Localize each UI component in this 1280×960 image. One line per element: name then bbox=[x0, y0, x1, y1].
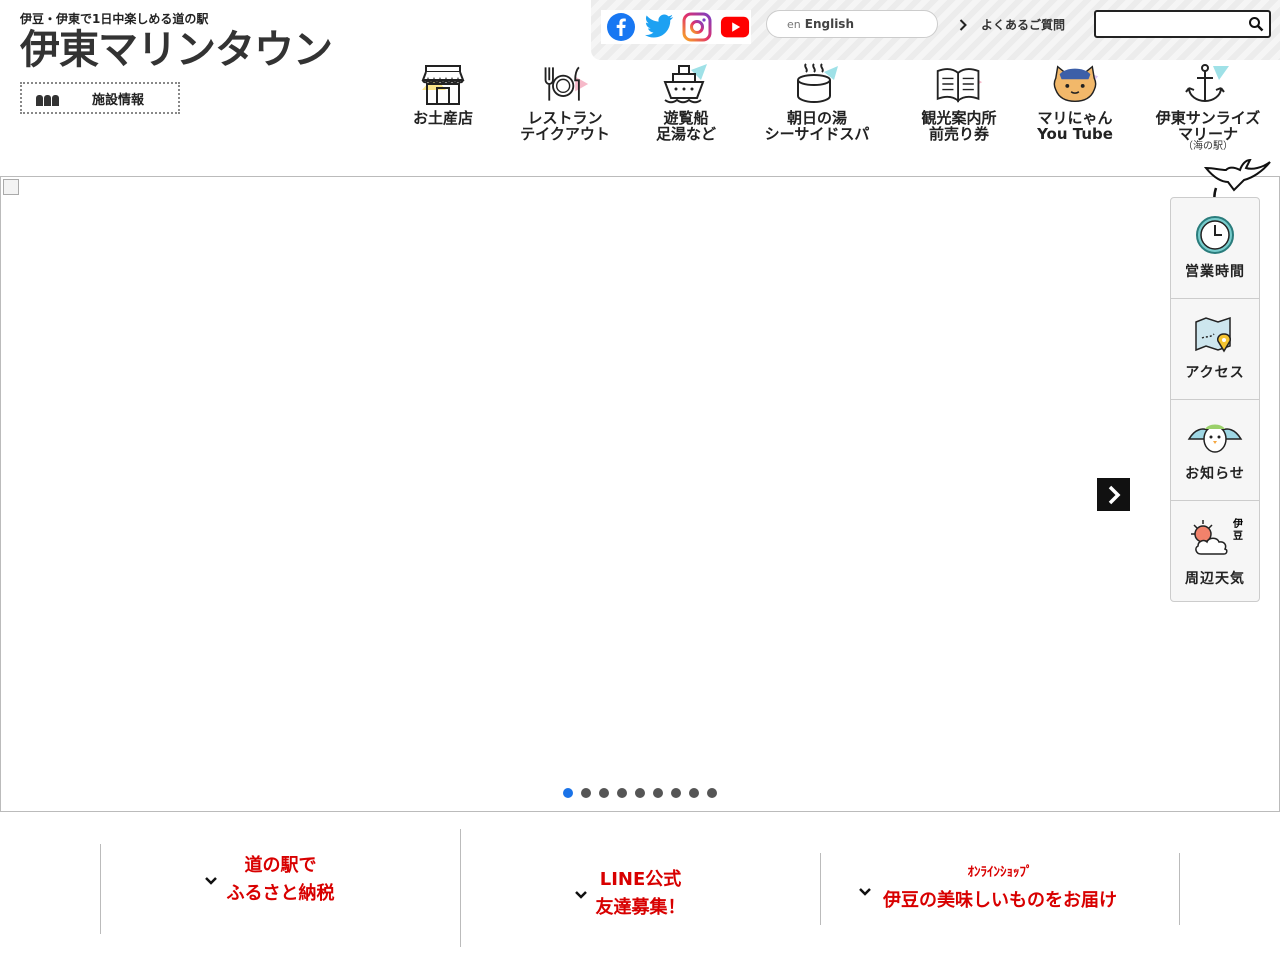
nav-sublabel: （海の駅） bbox=[1183, 141, 1233, 152]
onsen-icon bbox=[792, 60, 842, 108]
search-box bbox=[1094, 10, 1271, 38]
instagram-icon[interactable] bbox=[682, 12, 712, 42]
nav-label: マリにゃん You Tube bbox=[1037, 109, 1113, 143]
site-tagline: 伊豆・伊東で1日中楽しめる道の駅 bbox=[20, 12, 209, 26]
side-item-hours[interactable]: 営業時間 bbox=[1171, 198, 1259, 299]
seagull-icon bbox=[1187, 424, 1243, 453]
english-flag-icon: en bbox=[787, 17, 801, 31]
side-item-access[interactable]: アクセス bbox=[1171, 299, 1259, 400]
facebook-icon[interactable] bbox=[606, 12, 636, 42]
restaurant-icon bbox=[540, 60, 590, 108]
search-input[interactable] bbox=[1102, 13, 1242, 35]
nav-item-youtube[interactable]: マリにゃん You Tube bbox=[1030, 60, 1120, 142]
slider-next-button[interactable] bbox=[1097, 478, 1130, 511]
line-friend-banner[interactable]: LINE公式 友達募集！ bbox=[461, 862, 820, 926]
slider-dots bbox=[563, 788, 717, 798]
faq-label: よくあるご質問 bbox=[981, 18, 1066, 32]
side-label: 営業時間 bbox=[1185, 264, 1245, 280]
slider-dot[interactable] bbox=[617, 788, 627, 798]
slider-dot[interactable] bbox=[671, 788, 681, 798]
top-utility-bar: en English よくあるご質問 bbox=[591, 0, 1280, 60]
site-header: 伊豆・伊東で1日中楽しめる道の駅 伊東マリンタウン 施設情報 en Englis… bbox=[0, 0, 1280, 176]
line-label: LINE公式 友達募集！ bbox=[595, 869, 686, 918]
nav-item-cruise[interactable]: 遊覧船 足湯など bbox=[646, 60, 726, 142]
slider-dot[interactable] bbox=[599, 788, 609, 798]
social-links bbox=[601, 10, 751, 44]
main-nav: お土産店 レストラン テイクアウト 遊覧船 足湯など 朝日の湯 シーサイドスパ … bbox=[400, 60, 1280, 170]
language-selector[interactable]: en English bbox=[766, 10, 938, 38]
nav-label: 観光案内所 前売り券 bbox=[921, 109, 997, 143]
online-shop-label: ｵﾝﾗｲﾝｼｮｯﾌﾟ bbox=[967, 865, 1033, 880]
chevron-right-icon bbox=[1108, 485, 1120, 504]
twitter-icon[interactable] bbox=[644, 12, 674, 42]
book-icon bbox=[934, 60, 984, 108]
facility-info-label: 施設情報 bbox=[92, 92, 145, 108]
slider-dot[interactable] bbox=[707, 788, 717, 798]
nav-label: 遊覧船 足湯など bbox=[655, 109, 716, 143]
facility-info-button[interactable]: 施設情報 bbox=[20, 82, 180, 114]
slider-dot[interactable] bbox=[581, 788, 591, 798]
chevron-down-icon bbox=[205, 877, 217, 885]
anchor-icon bbox=[1183, 60, 1233, 108]
nav-label: レストラン テイクアウト bbox=[520, 109, 610, 143]
furusato-tax-banner[interactable]: 道の駅で ふるさと納税 bbox=[101, 848, 460, 912]
hero-slider[interactable] bbox=[0, 176, 1280, 812]
slider-dot[interactable] bbox=[635, 788, 645, 798]
chevron-right-icon bbox=[959, 18, 967, 31]
weather-badge-line2: 豆 bbox=[1233, 530, 1243, 542]
furusato-label: 道の駅で ふるさと納税 bbox=[226, 855, 335, 904]
site-logo-title[interactable]: 伊東マリンタウン bbox=[20, 26, 333, 74]
ship-icon bbox=[661, 60, 711, 108]
facility-icon bbox=[36, 90, 62, 106]
broken-image-icon bbox=[3, 179, 19, 195]
slider-dot[interactable] bbox=[653, 788, 663, 798]
chevron-down-icon bbox=[859, 888, 871, 896]
chevron-down-icon bbox=[575, 891, 587, 899]
bottom-banners: 道の駅で ふるさと納税 LINE公式 友達募集！ ｵﾝﾗｲﾝｼｮｯﾌﾟ 伊豆の美… bbox=[0, 812, 1280, 960]
online-shop-tagline: 伊豆の美味しいものをお届け bbox=[883, 890, 1117, 911]
nav-label: 伊東サンライズ マリーナ bbox=[1155, 109, 1261, 143]
nav-item-tourist-info[interactable]: 観光案内所 前売り券 bbox=[904, 60, 1014, 142]
side-quick-panel: 営業時間 アクセス お知らせ 伊豆 周辺天気 bbox=[1170, 197, 1260, 602]
language-label: English bbox=[804, 17, 854, 31]
weather-badge-line1: 伊 bbox=[1232, 517, 1243, 530]
search-icon[interactable] bbox=[1248, 16, 1264, 32]
divider bbox=[1179, 853, 1180, 925]
side-label: 周辺天気 bbox=[1185, 570, 1245, 587]
side-item-news[interactable]: お知らせ bbox=[1171, 400, 1259, 501]
nav-item-restaurant[interactable]: レストラン テイクアウト bbox=[510, 60, 620, 142]
nav-item-souvenir[interactable]: お土産店 bbox=[408, 60, 478, 126]
nav-item-onsen[interactable]: 朝日の湯 シーサイドスパ bbox=[752, 60, 882, 142]
slider-dot[interactable] bbox=[689, 788, 699, 798]
cat-mascot-icon bbox=[1050, 60, 1100, 108]
online-shop-banner[interactable]: ｵﾝﾗｲﾝｼｮｯﾌﾟ 伊豆の美味しいものをお届け bbox=[821, 858, 1179, 922]
shop-icon bbox=[418, 60, 468, 108]
side-label: アクセス bbox=[1185, 365, 1245, 381]
nav-item-marina[interactable]: 伊東サンライズ マリーナ （海の駅） bbox=[1150, 60, 1266, 152]
map-icon bbox=[1195, 316, 1231, 353]
weather-icon: 伊豆 bbox=[1191, 517, 1243, 555]
side-label: お知らせ bbox=[1185, 466, 1245, 482]
slider-dot[interactable] bbox=[563, 788, 573, 798]
clock-icon bbox=[1196, 216, 1234, 254]
nav-label: 朝日の湯 シーサイドスパ bbox=[764, 109, 870, 143]
faq-link[interactable]: よくあるご質問 bbox=[959, 16, 1065, 33]
youtube-icon[interactable] bbox=[720, 12, 750, 42]
side-item-weather[interactable]: 伊豆 周辺天気 bbox=[1171, 501, 1259, 602]
nav-label: お土産店 bbox=[412, 109, 473, 127]
